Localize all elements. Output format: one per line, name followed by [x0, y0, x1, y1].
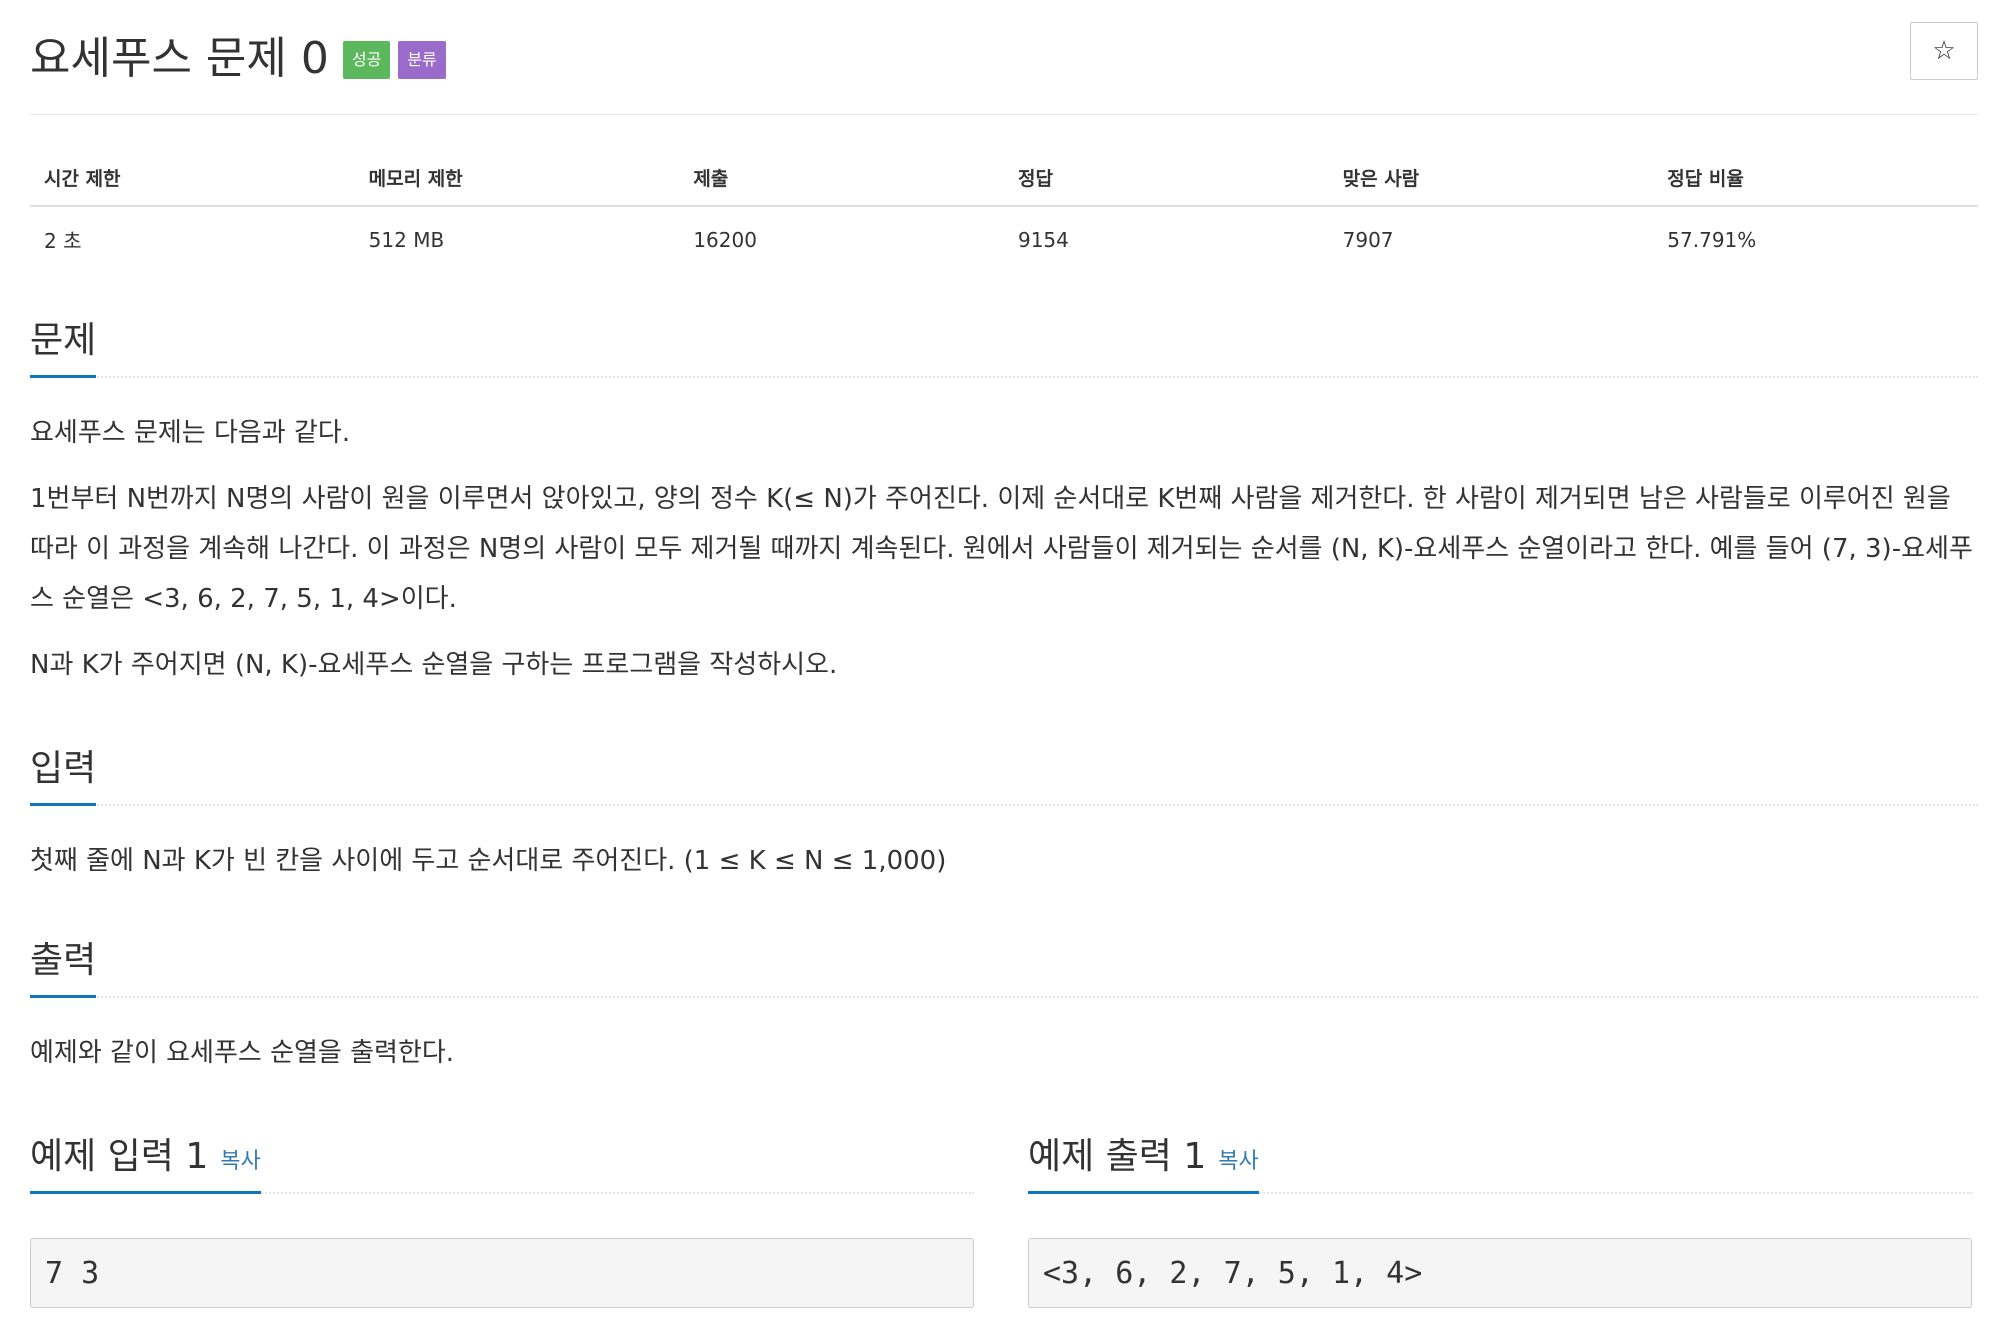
- problem-title: 요세푸스 문제 0: [30, 33, 329, 84]
- sample-output-title: 예제 출력 1: [1028, 1136, 1207, 1177]
- sample-output-box: <3, 6, 2, 7, 5, 1, 4>: [1028, 1238, 1972, 1308]
- table-row: 2 초 512 MB 16200 9154 7907 57.791%: [30, 206, 1978, 272]
- sample-input-box: 7 3: [30, 1238, 974, 1308]
- success-badge[interactable]: 성공: [342, 41, 391, 79]
- header-accepted: 정답: [1003, 154, 1329, 207]
- description-heading: 문제: [30, 311, 97, 378]
- sample-input-title: 예제 입력 1: [30, 1136, 209, 1177]
- description-paragraph: 1번부터 N번까지 N명의 사람이 원을 이루면서 앉아있고, 양의 정수 K(…: [30, 484, 1973, 614]
- description-paragraph: 요세푸스 문제는 다음과 같다.: [30, 418, 351, 448]
- sample-output-heading: 예제 출력 1 복사: [1028, 1127, 1259, 1194]
- input-heading: 입력: [30, 739, 97, 806]
- output-heading-row: 출력: [30, 938, 1978, 998]
- header-submissions: 제출: [679, 154, 1004, 207]
- copy-input-link[interactable]: 복사: [220, 1149, 260, 1174]
- header-solved-users: 맞은 사람: [1328, 154, 1654, 207]
- submissions-value: 16200: [693, 227, 757, 252]
- output-description: 예제와 같이 요세푸스 순열을 출력한다.: [30, 1038, 455, 1068]
- category-badge[interactable]: 분류: [398, 41, 446, 79]
- accept-ratio-value: 57.791%: [1667, 227, 1757, 252]
- input-description: 첫째 줄에 N과 K가 빈 칸을 사이에 두고 순서대로 주어진다. (1 ≤ …: [30, 846, 947, 876]
- problem-header: 요세푸스 문제 0 성공 분류 ☆: [30, 22, 1978, 115]
- description-heading-row: 문제: [30, 318, 1978, 378]
- sample-output-section: 예제 출력 1 복사 <3, 6, 2, 7, 5, 1, 4>: [1028, 1130, 1972, 1308]
- sample-output-heading-row: 예제 출력 1 복사: [1028, 1130, 1972, 1194]
- title-row: 요세푸스 문제 0 성공 분류: [30, 22, 446, 86]
- input-heading-row: 입력: [30, 746, 1978, 806]
- solved-users-value: 7907: [1342, 227, 1394, 252]
- time-limit-value: 2 초: [44, 229, 82, 253]
- problem-page: 요세푸스 문제 0 성공 분류 ☆ 시간 제한 메모리 제한 제출 정답 맞은 …: [0, 0, 1998, 1332]
- output-heading: 출력: [30, 931, 97, 998]
- header-accept-ratio: 정답 비율: [1653, 154, 1978, 207]
- star-icon: ☆: [1932, 36, 1956, 66]
- header-time-limit: 시간 제한: [30, 154, 355, 207]
- description-paragraph: N과 K가 주어지면 (N, K)-요세푸스 순열을 구하는 프로그램을 작성하…: [30, 650, 838, 680]
- sample-input-section: 예제 입력 1 복사 7 3: [30, 1130, 974, 1308]
- star-button[interactable]: ☆: [1910, 22, 1978, 80]
- memory-limit-value: 512 MB: [368, 227, 445, 252]
- problem-info-table: 시간 제한 메모리 제한 제출 정답 맞은 사람 정답 비율 2 초 512 M…: [30, 154, 1978, 272]
- output-section: 출력 예제와 같이 요세푸스 순열을 출력한다.: [30, 938, 1978, 1078]
- table-header-row: 시간 제한 메모리 제한 제출 정답 맞은 사람 정답 비율: [30, 154, 1978, 207]
- accepted-value: 9154: [1017, 227, 1069, 252]
- description-body: 요세푸스 문제는 다음과 같다. 1번부터 N번까지 N명의 사람이 원을 이루…: [30, 408, 1978, 690]
- copy-output-link[interactable]: 복사: [1218, 1149, 1258, 1174]
- sample-input-heading-row: 예제 입력 1 복사: [30, 1130, 974, 1194]
- sample-input-heading: 예제 입력 1 복사: [30, 1127, 261, 1194]
- description-section: 문제 요세푸스 문제는 다음과 같다. 1번부터 N번까지 N명의 사람이 원을…: [30, 318, 1978, 690]
- input-section: 입력 첫째 줄에 N과 K가 빈 칸을 사이에 두고 순서대로 주어진다. (1…: [30, 746, 1978, 886]
- header-memory-limit: 메모리 제한: [354, 154, 680, 207]
